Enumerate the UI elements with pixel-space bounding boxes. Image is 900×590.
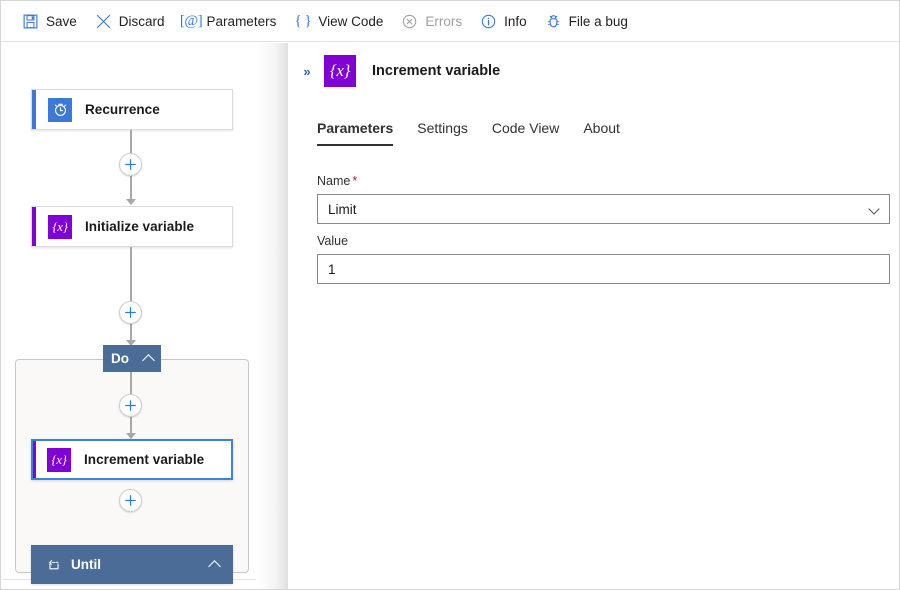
name-dropdown[interactable]: Limit [317,194,890,224]
errors-button[interactable]: Errors [392,6,471,36]
discard-icon [95,13,112,30]
chevron-up-icon[interactable] [208,560,221,573]
scope-until-label: Until [71,557,101,572]
scope-do-label: Do [111,351,129,366]
field-value: Value 1 [317,234,890,284]
variable-braces-icon: {x} [324,55,356,87]
parameters-button[interactable]: [@] Parameters [174,6,286,36]
scope-do-header[interactable]: Do [103,345,161,372]
name-dropdown-value: Limit [328,201,357,217]
field-name-label-text: Name [317,174,351,188]
field-name-label: Name * [317,174,890,188]
chevron-down-icon[interactable] [868,203,880,215]
tab-label: Code View [491,120,560,136]
node-initialize-variable[interactable]: {x} Initialize variable [31,206,233,247]
add-action-button-4[interactable] [119,489,142,512]
add-action-button-3[interactable] [119,394,142,417]
node-recurrence[interactable]: Recurrence [31,89,233,130]
save-button[interactable]: Save [13,6,86,36]
errors-label: Errors [425,13,463,29]
value-input-text: 1 [328,261,336,277]
discard-button[interactable]: Discard [86,6,174,36]
scope-until-header[interactable]: Until [31,545,233,584]
node-accent-bar [32,90,36,129]
node-accent-bar [32,207,36,246]
bug-icon [545,13,562,30]
tab-code-view[interactable]: Code View [480,119,571,146]
view-code-icon: { } [294,12,312,30]
recurrence-clock-icon [48,97,72,122]
field-name: Name * Limit [317,174,890,224]
connector-line [130,417,132,434]
save-icon [22,13,39,30]
connector-line [130,372,132,395]
field-value-label: Value [317,234,349,248]
tab-parameters[interactable]: Parameters [317,119,405,146]
node-label: Recurrence [85,102,160,117]
logic-app-designer-window: Save Discard [@] Parameters { } View Cod… [0,0,900,590]
connector-line [130,176,132,200]
file-a-bug-button[interactable]: File a bug [536,6,637,36]
node-label: Increment variable [84,452,205,467]
node-accent-bar [33,441,36,478]
required-marker: * [352,174,358,188]
loop-icon [47,558,61,572]
connector-line [130,247,132,278]
value-input[interactable]: 1 [317,254,890,284]
parameters-glyph: [@] [179,12,203,29]
panel-header: » {x} Increment variable [288,43,899,99]
command-toolbar: Save Discard [@] Parameters { } View Cod… [1,1,899,42]
tab-about[interactable]: About [571,119,632,146]
panel-tabs: Parameters Settings Code View About [317,119,632,146]
connector-line [130,278,132,301]
view-code-glyph: { } [294,12,312,29]
chevron-up-icon[interactable] [142,354,155,367]
node-increment-variable[interactable]: {x} Increment variable [31,439,233,480]
tab-label: Settings [417,120,468,136]
action-details-panel: » {x} Increment variable Parameters Sett… [288,43,899,589]
tab-label: Parameters [317,120,394,136]
tab-label: About [583,120,620,136]
node-label: Initialize variable [85,219,194,234]
panel-title: Increment variable [372,63,501,79]
info-icon [480,13,497,30]
errors-icon [401,13,418,30]
parameters-label: Parameters [206,13,277,29]
view-code-label: View Code [318,13,384,29]
parameters-icon: [@] [179,12,203,30]
info-button[interactable]: Info [471,6,536,36]
add-action-button-1[interactable] [119,153,142,176]
collapse-chevrons-icon[interactable]: » [296,60,318,82]
tab-settings[interactable]: Settings [405,119,480,146]
workflow-canvas[interactable]: Recurrence {x} Initialize variable Do {x… [2,43,288,589]
view-code-button[interactable]: { } View Code [285,6,392,36]
file-a-bug-label: File a bug [568,13,628,29]
variable-braces-icon: {x} [48,214,72,239]
save-label: Save [46,13,77,29]
info-label: Info [504,13,527,29]
discard-label: Discard [118,13,165,29]
add-action-button-2[interactable] [119,301,142,324]
connector-arrow [126,199,136,205]
variable-braces-icon: {x} [47,447,71,472]
